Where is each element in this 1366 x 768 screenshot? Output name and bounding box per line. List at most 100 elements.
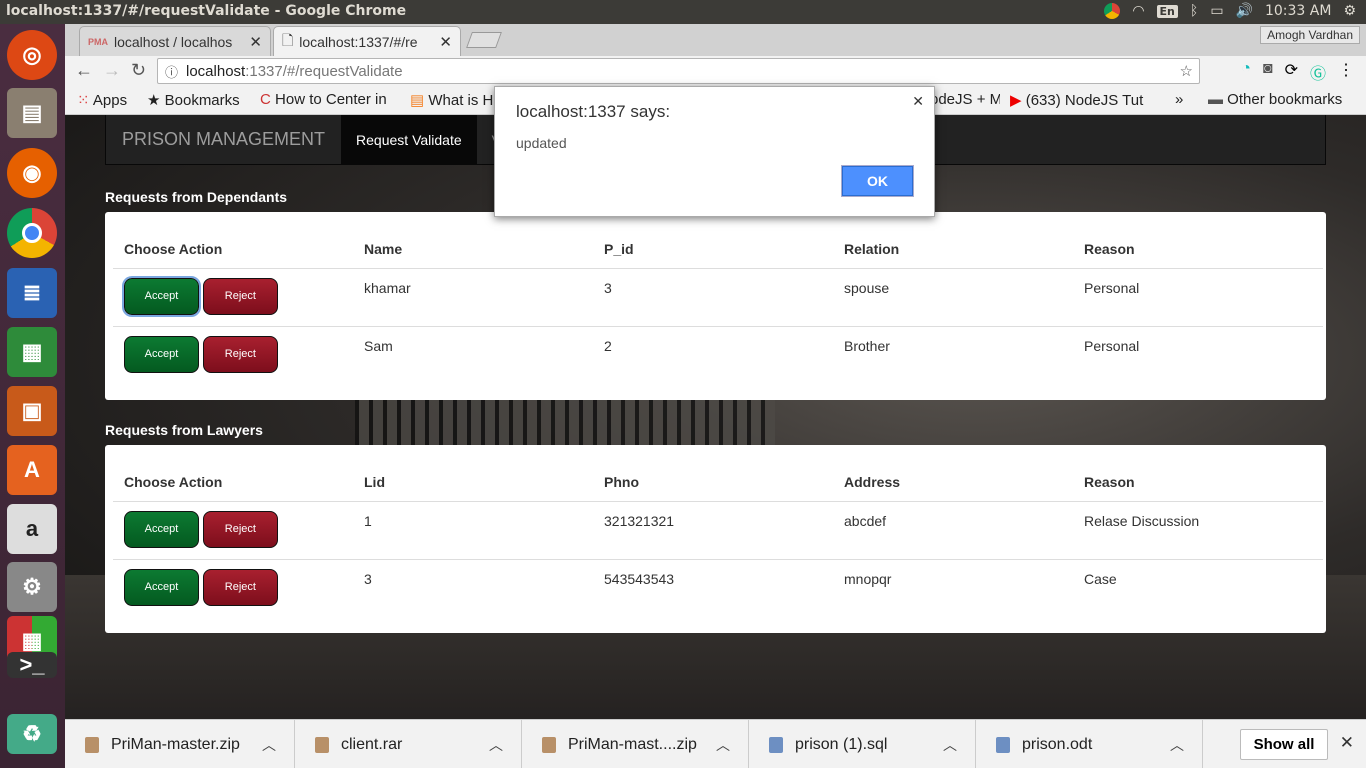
- column-header: P_id: [593, 212, 833, 269]
- terminal-icon[interactable]: >_: [7, 652, 57, 678]
- reject-button[interactable]: Reject: [202, 568, 278, 606]
- info-icon[interactable]: ⓘ: [165, 62, 178, 81]
- pid-cell: 2: [604, 337, 612, 354]
- timer-extension-icon[interactable]: ◔: [1241, 60, 1251, 84]
- accept-button[interactable]: Accept: [124, 568, 199, 606]
- reject-button[interactable]: Reject: [202, 335, 278, 373]
- reason-cell: Personal: [1073, 268, 1323, 327]
- chrome-tray-icon[interactable]: [1104, 3, 1121, 19]
- accept-button[interactable]: Accept: [122, 275, 201, 317]
- url-host: localhost: [186, 62, 246, 80]
- download-item[interactable]: PriMan-mast....zip ︿: [522, 720, 749, 768]
- download-item[interactable]: prison.odt ︿: [976, 720, 1203, 768]
- archive-file-icon: [85, 736, 99, 753]
- bookmark-youtube[interactable]: ▶ (633) NodeJS Tut: [1010, 91, 1150, 109]
- star-icon: ★: [147, 92, 161, 109]
- keep-extension-icon[interactable]: ◙: [1263, 60, 1273, 84]
- tab-close-icon[interactable]: ✕: [439, 33, 452, 51]
- chevron-up-icon[interactable]: ︿: [943, 735, 957, 755]
- address-cell: abcdef: [833, 501, 1073, 560]
- amazon-icon[interactable]: a: [7, 504, 57, 554]
- url-path: :1337/#/requestValidate: [245, 62, 403, 80]
- ubuntu-dash-icon[interactable]: ◎: [7, 30, 57, 80]
- column-header: Reason: [1073, 212, 1323, 269]
- bookmark-center[interactable]: C How to Center in: [260, 91, 395, 108]
- download-item[interactable]: PriMan-master.zip ︿: [65, 720, 295, 768]
- table-row: Accept Reject Sam 2 Brother Personal: [113, 326, 1323, 384]
- ok-button[interactable]: OK: [842, 166, 913, 196]
- alert-dialog: localhost:1337 says: ✕ updated OK: [494, 86, 935, 217]
- sync-extension-icon[interactable]: ⟳: [1285, 60, 1298, 84]
- writer-icon[interactable]: ≣: [7, 268, 57, 318]
- sql-file-icon: [769, 736, 783, 753]
- files-icon[interactable]: ▤: [7, 88, 57, 138]
- bookmark-apps[interactable]: ⁙ Apps: [77, 91, 127, 109]
- reload-icon[interactable]: ↻: [131, 60, 146, 81]
- settings-gear-icon[interactable]: ⚙: [1343, 3, 1356, 19]
- volume-icon[interactable]: 🔊: [1236, 3, 1253, 19]
- reject-button[interactable]: Reject: [202, 510, 278, 548]
- table-row: Accept Reject khamar 3 spouse Personal: [113, 268, 1323, 327]
- tab-close-icon[interactable]: ✕: [249, 33, 262, 51]
- tab-phpmyadmin[interactable]: PMA localhost / localhos ✕: [79, 26, 271, 56]
- tab-request-validate[interactable]: 🗋 localhost:1337/#/re ✕: [273, 26, 461, 56]
- bookmark-star-icon[interactable]: ☆: [1180, 62, 1193, 80]
- software-center-icon[interactable]: A: [7, 445, 57, 495]
- grammarly-icon[interactable]: Ⓖ: [1310, 60, 1326, 84]
- lid-cell: 1: [353, 501, 593, 560]
- table-header-row: Choose Action Name P_id Relation Reason: [113, 212, 1323, 269]
- battery-icon[interactable]: ▭: [1210, 3, 1223, 19]
- brand[interactable]: PRISON MANAGEMENT: [106, 129, 341, 150]
- stack-favicon-icon: ▤: [410, 92, 425, 109]
- show-all-button[interactable]: Show all: [1240, 729, 1328, 760]
- ubuntu-top-bar: localhost:1337/#/requestValidate - Googl…: [0, 0, 1366, 24]
- other-bookmarks[interactable]: ▬ Other bookmarks: [1208, 91, 1342, 108]
- firefox-icon[interactable]: ◉: [7, 148, 57, 198]
- bookmark-what-is[interactable]: ▤ What is H: [410, 91, 495, 109]
- download-filename: PriMan-mast....zip: [568, 735, 697, 753]
- clock[interactable]: 10:33 AM: [1265, 3, 1331, 19]
- bookmark-nodejs[interactable]: odeJS + M: [930, 91, 1000, 108]
- new-tab-button[interactable]: [466, 32, 502, 48]
- column-header: Name: [353, 212, 593, 269]
- address-bar[interactable]: ⓘ localhost:1337/#/requestValidate ☆: [157, 58, 1200, 84]
- lawyers-panel: Choose Action Lid Phno Address Reason Ac…: [105, 445, 1326, 633]
- bluetooth-icon[interactable]: ᛒ: [1190, 3, 1198, 19]
- dialog-close-icon[interactable]: ✕: [912, 93, 924, 110]
- dependants-panel: Choose Action Name P_id Relation Reason …: [105, 212, 1326, 400]
- bookmarks-overflow-icon[interactable]: »: [1175, 91, 1183, 108]
- codepen-favicon-icon: C: [260, 91, 271, 108]
- dialog-message: updated: [516, 135, 567, 151]
- column-header: Phno: [593, 445, 833, 502]
- wifi-icon[interactable]: ◠: [1132, 3, 1144, 19]
- nav-request-validate[interactable]: Request Validate: [341, 115, 477, 165]
- chrome-menu-icon[interactable]: ⋮: [1338, 60, 1354, 84]
- download-filename: prison.odt: [1022, 735, 1093, 753]
- bookmark-bookmarks[interactable]: ★ Bookmarks: [147, 91, 240, 109]
- download-item[interactable]: client.rar ︿: [295, 720, 522, 768]
- name-cell: khamar: [353, 268, 593, 327]
- table-row: Accept Reject 1 321321321 abcdef Relase …: [113, 501, 1323, 560]
- reject-button[interactable]: Reject: [202, 277, 278, 315]
- calc-icon[interactable]: ▦: [7, 327, 57, 377]
- chrome-icon[interactable]: [7, 208, 57, 258]
- folder-icon: ▬: [1208, 91, 1223, 108]
- reason-cell: Personal: [1084, 337, 1140, 354]
- close-shelf-icon[interactable]: ✕: [1340, 733, 1354, 753]
- profile-button[interactable]: Amogh Vardhan: [1260, 26, 1360, 44]
- accept-button[interactable]: Accept: [124, 335, 199, 373]
- chevron-up-icon[interactable]: ︿: [716, 735, 730, 755]
- chevron-up-icon[interactable]: ︿: [489, 735, 503, 755]
- keyboard-language[interactable]: En: [1156, 4, 1178, 18]
- impress-icon[interactable]: ▣: [7, 386, 57, 436]
- download-item[interactable]: prison (1).sql ︿: [749, 720, 976, 768]
- back-arrow-icon[interactable]: ←: [75, 60, 93, 81]
- chevron-up-icon[interactable]: ︿: [262, 735, 276, 755]
- youtube-icon: ▶: [1010, 92, 1022, 109]
- accept-button[interactable]: Accept: [124, 510, 199, 548]
- dialog-title: localhost:1337 says:: [516, 102, 671, 121]
- system-settings-icon[interactable]: ⚙: [7, 562, 57, 612]
- trash-icon[interactable]: ♻: [7, 714, 57, 754]
- forward-arrow-icon[interactable]: →: [103, 60, 121, 81]
- chevron-up-icon[interactable]: ︿: [1170, 735, 1184, 755]
